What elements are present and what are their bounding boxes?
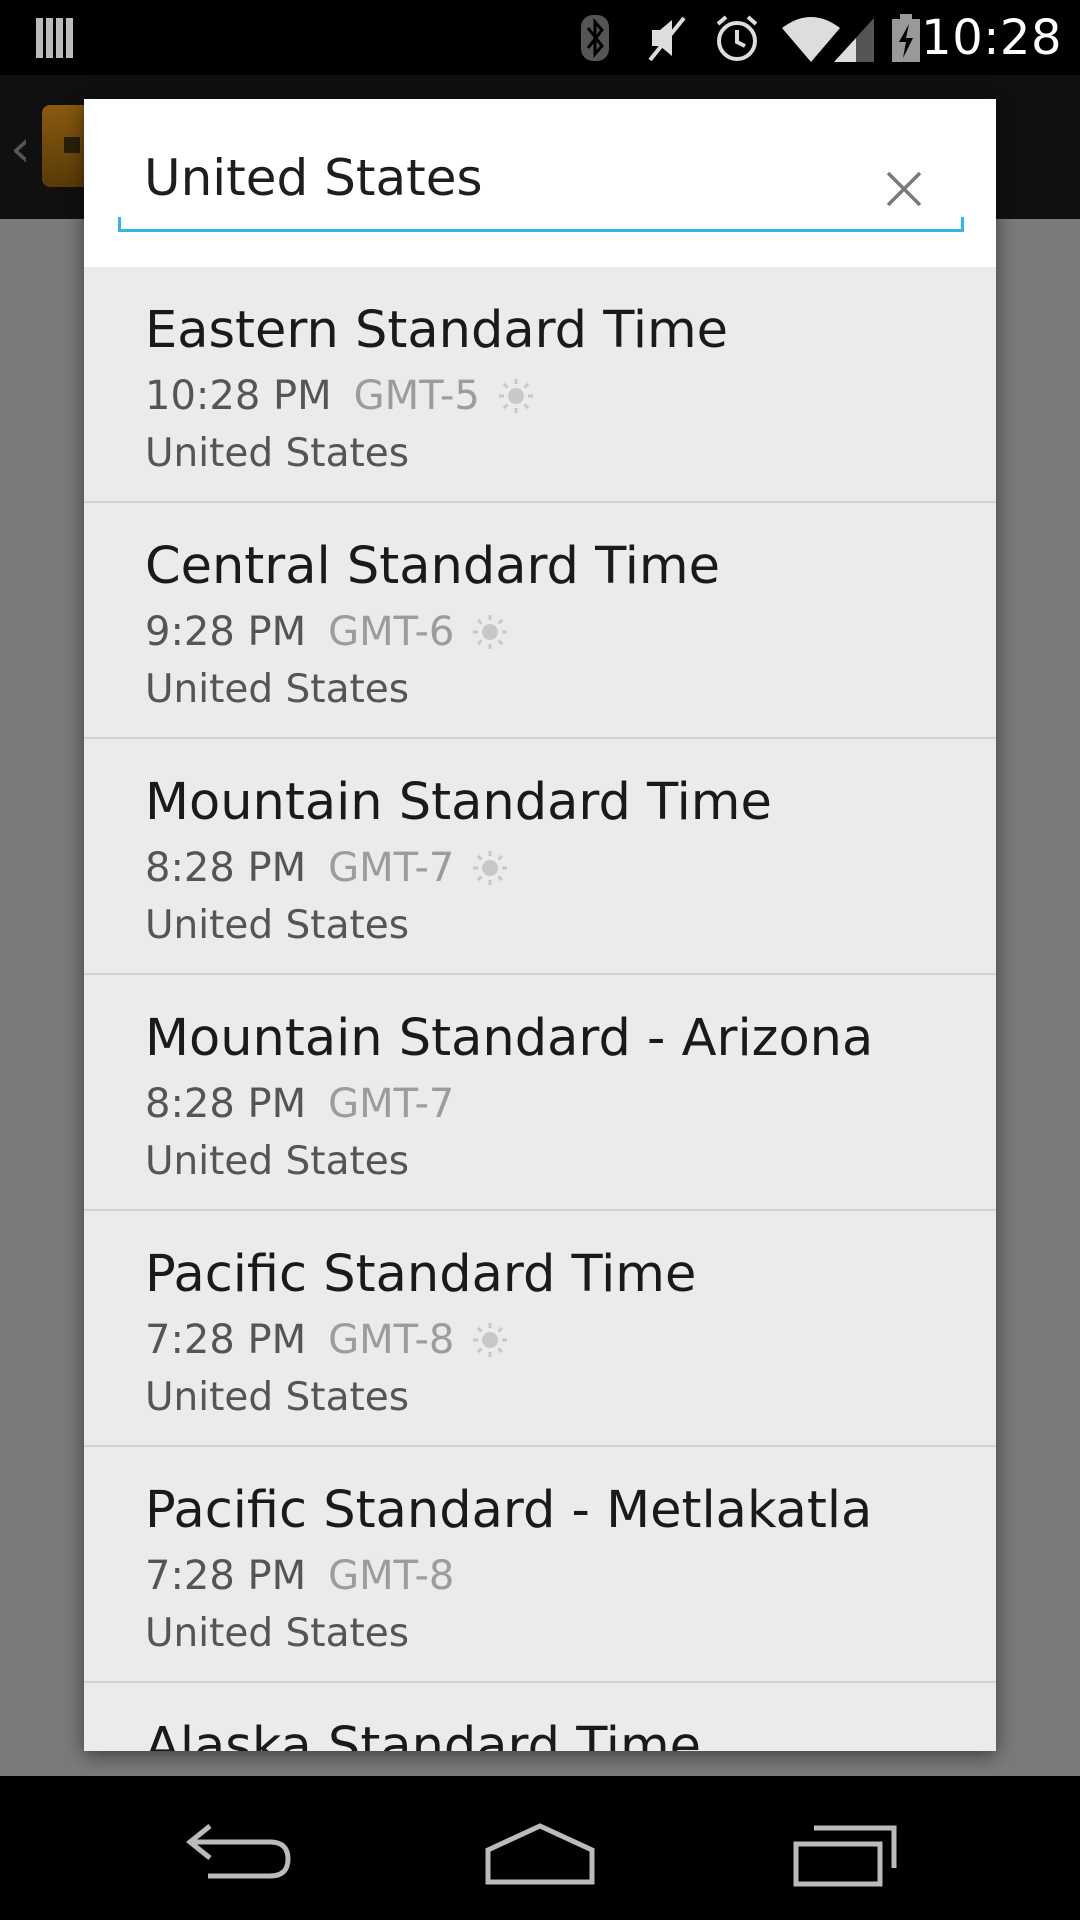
timezone-local-time: 8:28 PM xyxy=(145,845,307,891)
back-icon xyxy=(185,1824,291,1879)
timezone-row[interactable]: Mountain Standard - Arizona 8:28 PM GMT-7 U… xyxy=(84,975,996,1211)
daylight-saving-sun-icon xyxy=(473,851,508,885)
timezone-gmt-offset: GMT-8 xyxy=(328,1317,455,1363)
timezone-name: Mountain Standard Time xyxy=(145,773,772,832)
status-bar: 10:28 xyxy=(0,0,1080,75)
daylight-saving-sun-icon xyxy=(473,1323,508,1357)
timezone-name: Pacific Standard Time xyxy=(145,1245,697,1304)
clear-search-button[interactable] xyxy=(866,151,942,227)
timezone-country: United States xyxy=(145,1139,410,1184)
timezone-row[interactable]: Pacific Standard - Metlakatla 7:28 PM GMT-… xyxy=(84,1447,996,1683)
close-icon xyxy=(886,171,922,207)
back-button[interactable] xyxy=(170,1804,310,1892)
timezone-country: United States xyxy=(145,1611,410,1656)
timezone-details: 8:28 PM GMT-7 xyxy=(145,1079,454,1129)
timezone-country: United States xyxy=(145,903,410,948)
battery-charging-icon xyxy=(892,14,920,62)
daylight-saving-sun-icon xyxy=(473,615,508,649)
search-input[interactable] xyxy=(118,125,964,230)
home-button[interactable] xyxy=(470,1804,610,1892)
timezone-name: Alaska Standard Time xyxy=(145,1717,702,1751)
timezone-details: 8:28 PM GMT-7 xyxy=(145,843,510,893)
timezone-name: Eastern Standard Time xyxy=(145,301,729,360)
timezone-country: United States xyxy=(145,1375,410,1420)
signal-icon xyxy=(834,18,874,62)
timezone-country: United States xyxy=(145,667,410,712)
timezone-local-time: 7:28 PM xyxy=(145,1553,307,1599)
timezone-details: 7:28 PM GMT-8 xyxy=(145,1315,510,1365)
home-icon xyxy=(485,1823,595,1885)
timezone-gmt-offset: GMT-7 xyxy=(328,845,455,891)
recent-apps-icon xyxy=(793,1825,897,1887)
timezone-row[interactable]: Eastern Standard Time 10:28 PM GMT-5 United… xyxy=(84,267,996,503)
status-time: 10:28 xyxy=(921,10,1062,66)
timezone-list: Eastern Standard Time 10:28 PM GMT-5 United… xyxy=(84,267,996,1751)
timezone-gmt-offset: GMT-5 xyxy=(353,373,480,419)
search-underline xyxy=(118,217,964,232)
timezone-row[interactable]: Pacific Standard Time 7:28 PM GMT-8 United … xyxy=(84,1211,996,1447)
timezone-row[interactable]: Alaska Standard Time xyxy=(84,1683,996,1751)
timezone-name: Pacific Standard - Metlakatla xyxy=(145,1481,873,1540)
search-area xyxy=(84,99,996,267)
timezone-local-time: 10:28 PM xyxy=(145,373,332,419)
screen: 10:28 ‹ Eastern Standard Time 10:28 PM GMT… xyxy=(0,0,1080,1920)
timezone-row[interactable]: Mountain Standard Time 8:28 PM GMT-7 United… xyxy=(84,739,996,975)
muted-icon xyxy=(648,16,686,62)
timezone-local-time: 9:28 PM xyxy=(145,609,307,655)
timezone-local-time: 8:28 PM xyxy=(145,1081,307,1127)
navigation-bar xyxy=(0,1776,1080,1920)
timezone-local-time: 7:28 PM xyxy=(145,1317,307,1363)
timezone-details: 10:28 PM GMT-5 xyxy=(145,371,536,421)
bluetooth-icon xyxy=(581,15,609,61)
recent-apps-button[interactable] xyxy=(776,1804,916,1892)
timezone-row[interactable]: Central Standard Time 9:28 PM GMT-6 United … xyxy=(84,503,996,739)
timezone-dialog: Eastern Standard Time 10:28 PM GMT-5 United… xyxy=(84,99,996,1751)
timezone-country: United States xyxy=(145,431,410,476)
timezone-name: Mountain Standard - Arizona xyxy=(145,1009,874,1068)
timezone-details: 7:28 PM GMT-8 xyxy=(145,1551,454,1601)
timezone-gmt-offset: GMT-7 xyxy=(328,1081,455,1127)
daylight-saving-sun-icon xyxy=(498,379,533,413)
timezone-gmt-offset: GMT-6 xyxy=(328,609,455,655)
timezone-gmt-offset: GMT-8 xyxy=(328,1553,455,1599)
timezone-details: 9:28 PM GMT-6 xyxy=(145,607,510,657)
up-caret-icon: ‹ xyxy=(10,119,31,179)
alarm-icon xyxy=(716,15,758,61)
notification-bars-icon xyxy=(36,18,73,58)
timezone-name: Central Standard Time xyxy=(145,537,720,596)
